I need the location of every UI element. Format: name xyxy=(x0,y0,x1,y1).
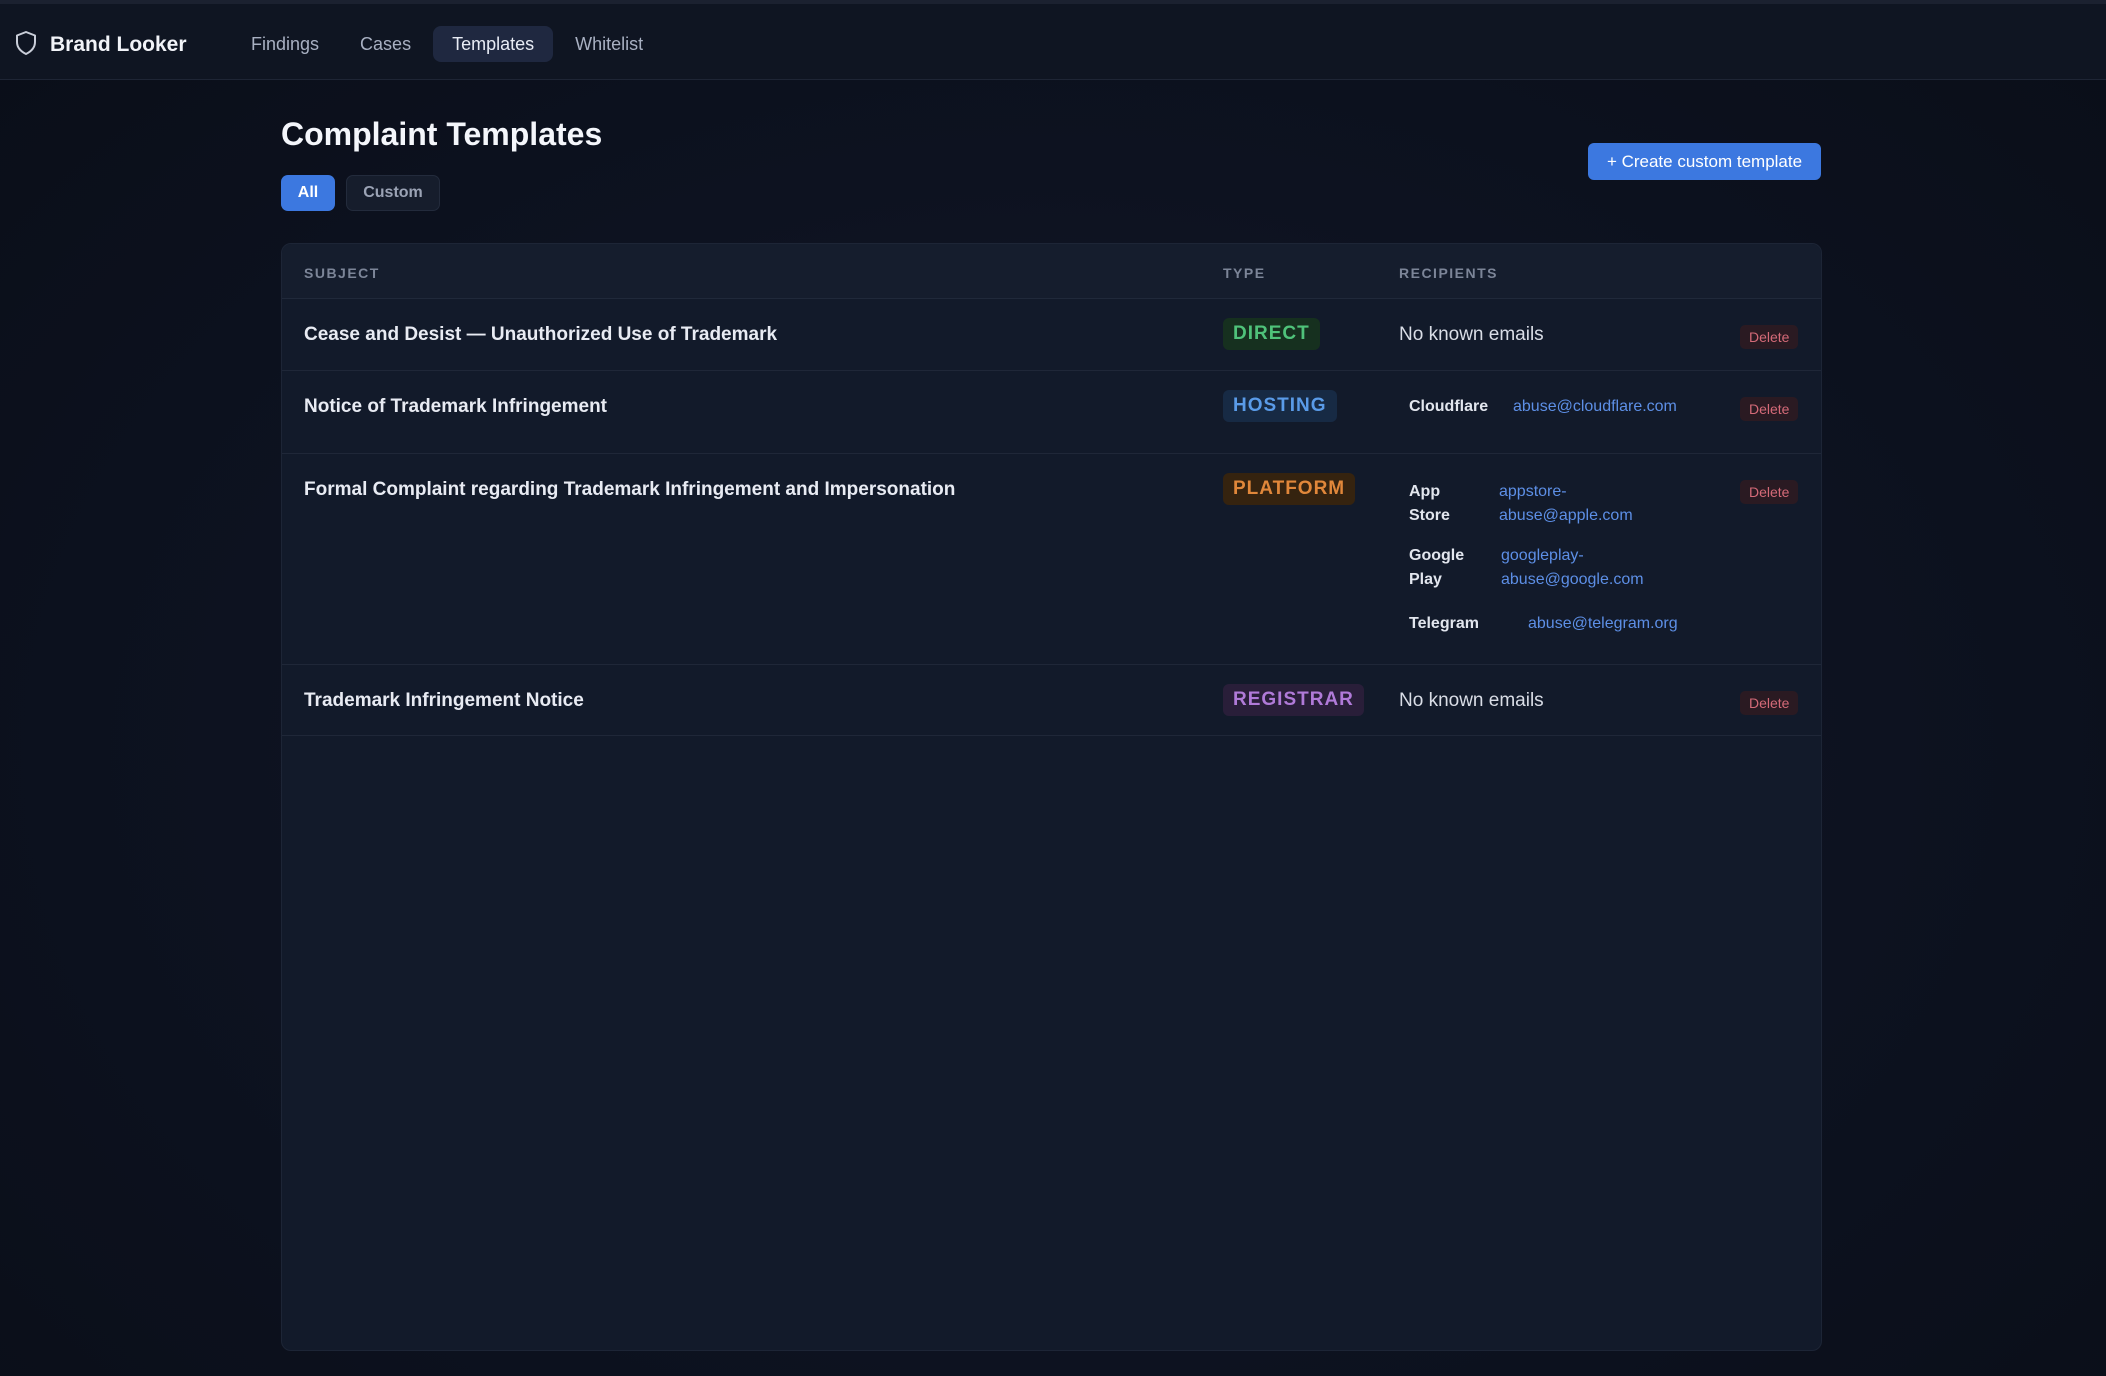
nav-templates[interactable]: Templates xyxy=(433,26,554,62)
table-row[interactable]: Notice of Trademark Infringement HOSTING… xyxy=(282,371,1821,454)
nav-whitelist[interactable]: Whitelist xyxy=(556,26,662,62)
table-row[interactable]: Formal Complaint regarding Trademark Inf… xyxy=(282,454,1821,665)
delete-button[interactable]: Delete xyxy=(1740,480,1799,504)
recipient-name: Cloudflare xyxy=(1409,398,1489,415)
template-filter-tabs: All Custom xyxy=(281,175,451,211)
recipient-email-link[interactable]: abuse@cloudflare.com xyxy=(1513,395,1677,419)
no-recipients-text: No known emails xyxy=(1399,324,1544,345)
table-row[interactable]: Trademark Infringement Notice REGISTRAR … xyxy=(282,665,1821,736)
shield-icon xyxy=(14,30,38,61)
recipient-name: Telegram xyxy=(1409,615,1479,632)
template-subject: Notice of Trademark Infringement xyxy=(304,396,608,417)
column-header-subject: SUBJECT xyxy=(304,265,380,281)
recipient-name: App Store xyxy=(1409,483,1450,524)
nav-findings[interactable]: Findings xyxy=(232,26,338,62)
nav-cases[interactable]: Cases xyxy=(341,26,430,62)
no-recipients-text: No known emails xyxy=(1399,690,1544,711)
filter-all-button[interactable]: All xyxy=(281,175,335,211)
main-nav: Findings Cases Templates Whitelist xyxy=(232,26,665,62)
template-subject: Trademark Infringement Notice xyxy=(304,690,584,711)
brand-name: Brand Looker xyxy=(50,33,187,56)
recipient-name: Google Play xyxy=(1409,547,1465,588)
recipient-email-link[interactable]: appstore-abuse@apple.com xyxy=(1499,480,1659,528)
type-badge-platform: PLATFORM xyxy=(1223,473,1356,505)
delete-button[interactable]: Delete xyxy=(1740,397,1799,421)
template-subject: Cease and Desist — Unauthorized Use of T… xyxy=(304,324,778,345)
recipient-email-link[interactable]: abuse@telegram.org xyxy=(1528,612,1678,636)
type-badge-direct: DIRECT xyxy=(1223,318,1320,350)
table-row[interactable]: Cease and Desist — Unauthorized Use of T… xyxy=(282,299,1821,371)
template-subject: Formal Complaint regarding Trademark Inf… xyxy=(304,479,956,500)
type-badge-registrar: REGISTRAR xyxy=(1223,684,1364,716)
delete-button[interactable]: Delete xyxy=(1740,325,1799,349)
templates-table: SUBJECT TYPE RECIPIENTS Cease and Desist… xyxy=(281,243,1822,1351)
filter-custom-button[interactable]: Custom xyxy=(346,175,440,211)
brand[interactable]: Brand Looker xyxy=(14,30,187,60)
top-navigation-bar: Brand Looker Findings Cases Templates Wh… xyxy=(0,0,2106,80)
type-badge-hosting: HOSTING xyxy=(1223,390,1337,422)
column-header-recipients: RECIPIENTS xyxy=(1399,265,1499,281)
create-custom-template-button[interactable]: + Create custom template xyxy=(1588,143,1821,180)
delete-button[interactable]: Delete xyxy=(1740,691,1799,715)
column-header-type: TYPE xyxy=(1223,265,1266,281)
page-title: Complaint Templates xyxy=(281,116,603,152)
recipient-email-link[interactable]: googleplay-abuse@google.com xyxy=(1501,544,1671,592)
table-header: SUBJECT TYPE RECIPIENTS xyxy=(282,244,1821,299)
